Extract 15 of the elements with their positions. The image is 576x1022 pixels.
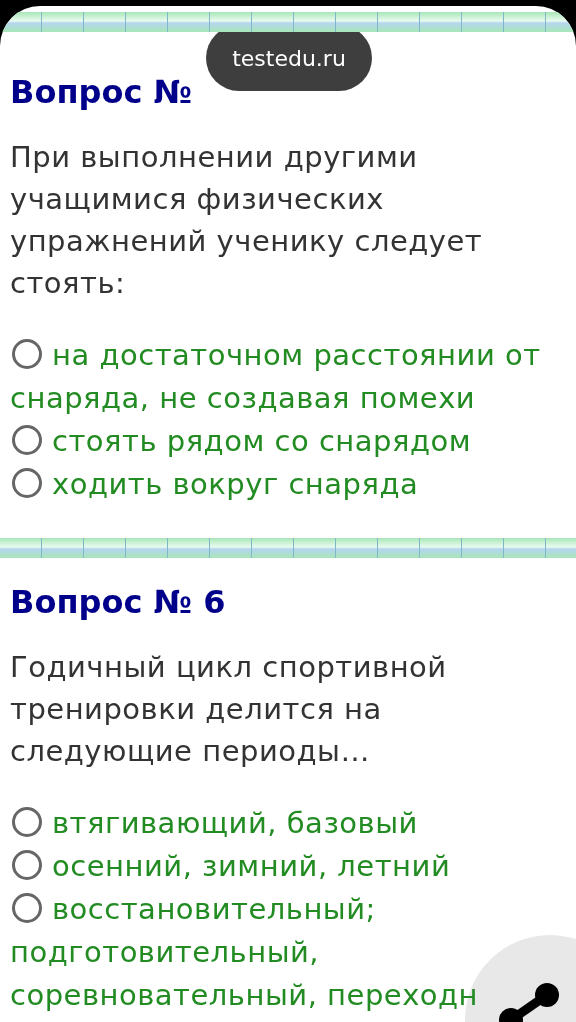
answer-option[interactable]: ходить вокруг снаряда (10, 463, 566, 506)
radio-button[interactable] (12, 468, 42, 498)
question-text: При выполнении другими учащимися физических упражнений ученику следует стоять: (9, 139, 484, 302)
question-title: Вопрос № (9, 72, 193, 112)
answer-option[interactable]: осенний, зимний, летний (10, 845, 566, 888)
radio-button[interactable] (12, 807, 42, 837)
radio-button[interactable] (12, 425, 42, 455)
radio-button[interactable] (12, 850, 42, 880)
answer-option[interactable]: восстановительный; подготовительный, соревновательный, переходн (10, 888, 566, 1017)
answer-option[interactable]: втягивающий, базовый (10, 802, 566, 845)
radio-button[interactable] (12, 893, 42, 923)
answer-option[interactable]: стоять рядом со снарядом (10, 420, 566, 463)
radio-button[interactable] (12, 339, 42, 369)
question-title: Вопрос № 6 (9, 582, 227, 622)
question-text: Годичный цикл спортивной тренировки делится на следующие периоды… (9, 649, 448, 770)
